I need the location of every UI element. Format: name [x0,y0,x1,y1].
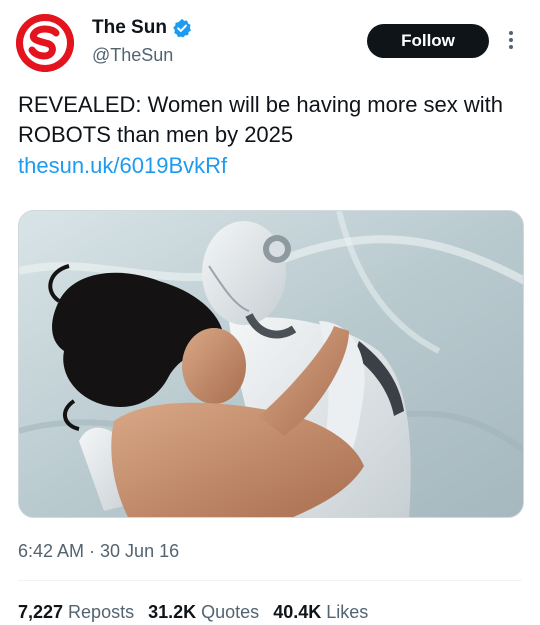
quotes-stat[interactable]: 31.2K Quotes [148,602,259,623]
verified-badge-icon [173,18,191,38]
timestamp[interactable]: 6:42 AM · 30 Jun 16 [18,541,179,562]
quotes-count: 31.2K [148,602,197,622]
reposts-stat[interactable]: 7,227 Reposts [18,602,134,623]
tweet-media-photo[interactable] [18,210,524,518]
name-row: The Sun [92,17,192,39]
tweet-card: The Sun @TheSun Follow REVEALED: Women w… [0,0,540,625]
photo-illustration [19,211,523,517]
reposts-count: 7,227 [18,602,64,622]
display-name[interactable]: The Sun [92,17,167,39]
avatar[interactable] [16,14,74,72]
tweet-link[interactable]: thesun.uk/6019BvkRf [18,151,227,181]
divider [18,580,522,581]
likes-stat[interactable]: 40.4K Likes [273,602,368,623]
likes-label: Likes [326,602,369,622]
follow-button[interactable]: Follow [367,24,489,58]
likes-count: 40.4K [273,602,322,622]
the-sun-logo-icon [16,14,74,72]
tweet-text: REVEALED: Women will be having more sex … [18,92,504,147]
handle[interactable]: @TheSun [92,45,173,66]
quotes-label: Quotes [201,602,260,622]
more-vertical-icon[interactable] [506,28,516,52]
engagement-stats: 7,227 Reposts 31.2K Quotes 40.4K Likes [18,602,382,623]
reposts-label: Reposts [68,602,135,622]
